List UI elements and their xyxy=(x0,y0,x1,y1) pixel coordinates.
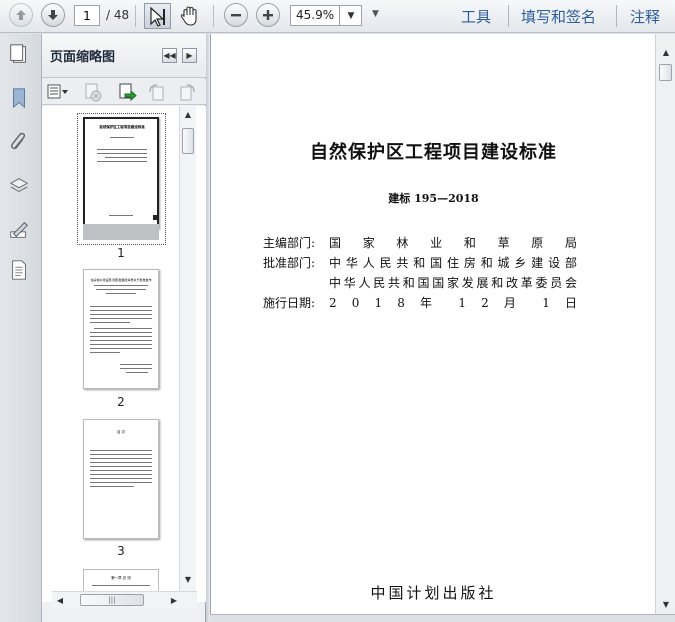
thumbnail-label-3: 3 xyxy=(117,544,125,558)
panel-toolbar xyxy=(42,79,206,105)
thumbnail-heading: 住房城乡建设部 国家发展改革委关于批准发布 xyxy=(90,278,152,282)
panel-header: 页面缩略图 ◀◀ ▶ xyxy=(42,34,206,78)
document-icon[interactable] xyxy=(5,256,33,284)
info-row-approver: 批准部门: 中华人民共和国住房和城乡建设部 xyxy=(263,254,577,271)
tab-divider xyxy=(616,5,617,27)
thumbnail-label-2: 2 xyxy=(117,395,125,409)
select-tool-button[interactable] xyxy=(144,3,171,29)
thumbnail-viewport-shade xyxy=(83,224,159,240)
document-page: 自然保护区工程项目建设标准 建标 195—2018 主编部门: 国 家 林 业 和… xyxy=(210,34,655,614)
chevron-down-icon: ▼ xyxy=(347,10,355,21)
info-value: 2 0 1 8 年 1 2 月 1 日 xyxy=(329,296,577,310)
thumbnail-page-4[interactable]: 第一章 总 则 xyxy=(83,569,159,591)
thumbnail-page-2[interactable]: 住房城乡建设部 国家发展改革委关于批准发布 xyxy=(83,269,159,389)
status-strip xyxy=(210,614,675,622)
arrow-down-icon xyxy=(48,10,58,20)
thumbnail-heading: 自然保护区工程项目建设标准 xyxy=(99,125,145,129)
thumbnail-heading: 第一章 总 则 xyxy=(111,576,131,580)
previous-page-button[interactable] xyxy=(9,3,33,27)
arrow-up-icon xyxy=(16,10,26,20)
delete-page-icon xyxy=(85,83,102,102)
info-label: 施行日期: xyxy=(263,296,316,310)
rotate-left-icon xyxy=(149,84,164,101)
document-title: 自然保护区工程项目建设标准 xyxy=(310,142,557,163)
scroll-up-icon[interactable]: ▲ xyxy=(658,46,674,58)
thumbnail-panel: 页面缩略图 ◀◀ ▶ 自然保护区工程项目建设标准 1 住房城乡建设部 国家发展改… xyxy=(42,34,206,622)
info-label: 主编部门: xyxy=(263,236,316,250)
thumbnail-heading: 目 次 xyxy=(116,430,126,434)
info-row-effective-date: 施行日期: 2 0 1 8 年 1 2 月 1 日 xyxy=(263,294,577,311)
main-toolbar: 1 / 48 45.9% ▼ ▼ 工具 填写和签名 注释 xyxy=(0,0,675,33)
info-label: 批准部门: xyxy=(263,256,316,270)
page-total-label: / 48 xyxy=(106,8,130,22)
scroll-right-icon[interactable]: ▶ xyxy=(168,594,180,606)
options-menu-button[interactable] xyxy=(47,83,69,101)
thumbnail-horizontal-scrollbar[interactable]: ◀ ||| ▶ xyxy=(52,591,197,608)
zoom-in-button[interactable] xyxy=(256,3,280,27)
thumbnail-label-1: 1 xyxy=(117,246,125,260)
layers-icon[interactable] xyxy=(5,172,33,200)
scroll-down-icon[interactable]: ▼ xyxy=(180,573,196,585)
insert-pages-button[interactable] xyxy=(117,82,137,102)
toolbar-divider xyxy=(213,5,214,27)
rotate-cw-button[interactable] xyxy=(177,82,197,102)
cursor-icon xyxy=(150,6,165,27)
list-options-icon xyxy=(47,84,68,99)
page-thumbnails-icon[interactable] xyxy=(5,40,33,68)
minus-icon xyxy=(231,14,241,17)
tab-fill-sign[interactable]: 填写和签名 xyxy=(521,6,596,27)
attachment-icon[interactable] xyxy=(5,128,33,156)
scroll-down-icon[interactable]: ▼ xyxy=(658,598,674,610)
plus-icon xyxy=(263,10,273,20)
scroll-left-icon[interactable]: ◀ xyxy=(54,594,66,606)
rotate-ccw-button[interactable] xyxy=(147,82,167,102)
info-row-approver-2: 中华人民共和国国家发展和改革委员会 xyxy=(263,274,577,291)
tab-divider xyxy=(508,5,509,27)
tab-comment[interactable]: 注释 xyxy=(630,6,660,27)
scrollbar-thumb[interactable] xyxy=(182,128,194,154)
bookmark-icon[interactable] xyxy=(5,84,33,112)
info-value: 国 家 林 业 和 草 原 局 xyxy=(329,236,577,250)
next-page-button[interactable] xyxy=(41,3,65,27)
page-marker xyxy=(153,215,158,220)
signature-icon[interactable] xyxy=(5,216,33,244)
standard-code: 建标 195—2018 xyxy=(388,192,479,205)
zoom-dropdown-button[interactable]: ▼ xyxy=(339,5,362,26)
expand-panel-button[interactable]: ▶ xyxy=(182,48,197,63)
scrollbar-thumb[interactable] xyxy=(659,64,672,81)
thumbnail-page-3[interactable]: 目 次 xyxy=(83,419,159,539)
delete-pages-button[interactable] xyxy=(83,82,103,102)
collapse-panel-button[interactable]: ◀◀ xyxy=(162,48,177,63)
zoom-out-button[interactable] xyxy=(224,3,248,27)
panel-title: 页面缩略图 xyxy=(50,50,116,65)
navigation-rail xyxy=(0,34,42,622)
page-number-input[interactable]: 1 xyxy=(74,5,100,26)
document-vertical-scrollbar[interactable]: ▲ ▼ xyxy=(655,34,675,614)
tab-tools[interactable]: 工具 xyxy=(461,6,491,27)
double-chevron-left-icon: ◀◀ xyxy=(163,51,176,60)
scrollbar-thumb[interactable]: ||| xyxy=(80,594,144,606)
more-tools-chevron-icon[interactable]: ▼ xyxy=(372,9,379,19)
insert-page-icon xyxy=(119,83,137,102)
rotate-right-icon xyxy=(180,84,195,101)
zoom-level-value: 45.9% xyxy=(296,8,335,22)
scroll-up-icon[interactable]: ▲ xyxy=(180,108,196,120)
info-row-editor: 主编部门: 国 家 林 业 和 草 原 局 xyxy=(263,234,577,251)
hand-icon xyxy=(180,6,197,26)
info-value: 中华人民共和国国家发展和改革委员会 xyxy=(329,276,577,290)
info-value: 中华人民共和国住房和城乡建设部 xyxy=(329,256,577,270)
chevron-right-icon: ▶ xyxy=(186,51,193,60)
hand-tool-button[interactable] xyxy=(177,4,203,28)
publisher-name: 中国计划出版社 xyxy=(370,584,497,602)
toolbar-divider xyxy=(135,5,136,27)
thumbnail-vertical-scrollbar[interactable]: ▲ ▼ xyxy=(179,106,196,591)
thumbnail-page-1[interactable]: 自然保护区工程项目建设标准 xyxy=(83,117,159,229)
